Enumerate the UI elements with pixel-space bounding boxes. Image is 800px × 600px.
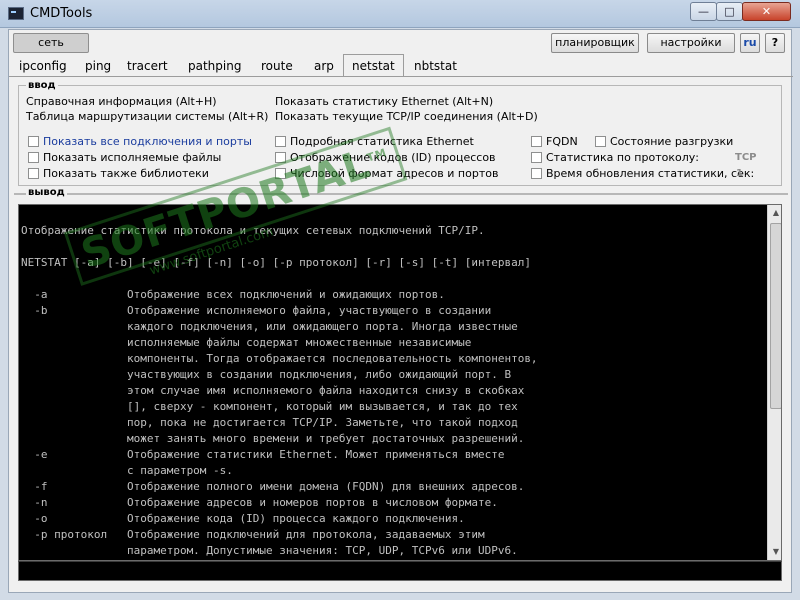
maximize-button[interactable]: □ [716,2,743,21]
checkbox[interactable] [275,136,286,147]
option-executables[interactable]: Показать исполняемые файлы [28,151,221,165]
option-label: Время обновления статистики, сек: [546,167,755,180]
console-text: Отображение статистики протокола и текущ… [21,224,538,557]
title-bar[interactable]: CMDTools — □ ✕ [0,0,800,28]
checkbox[interactable] [28,136,39,147]
net-button[interactable]: сеть [13,33,89,53]
tab-tracert[interactable]: tracert [127,59,168,73]
option-label: Статистика по протоколу: [546,151,699,164]
ethernet-stats-link[interactable]: Показать статистику Ethernet (Alt+N) [275,95,493,108]
option-label: Состояние разгрузки [610,135,734,148]
option-label: Отображение кодов (ID) процессов [290,151,496,164]
help-button[interactable]: ? [765,33,785,53]
help-info-link[interactable]: Справочная информация (Alt+H) [26,95,217,108]
tab-ipconfig[interactable]: ipconfig [19,59,67,73]
output-console[interactable]: Отображение статистики протокола и текущ… [18,204,782,561]
checkbox[interactable] [595,136,606,147]
output-group-line [14,193,788,195]
routing-table-link[interactable]: Таблица маршрутизации системы (Alt+R) [26,110,268,123]
language-button[interactable]: ru [740,33,760,53]
scroll-thumb[interactable] [770,223,781,409]
checkbox[interactable] [28,168,39,179]
option-label: Подробная статистика Ethernet [290,135,474,148]
vertical-scrollbar[interactable]: ▲ ▼ [767,205,781,560]
scheduler-button[interactable]: планировщик [551,33,639,53]
client-area: сеть планировщик настройки ru ? ipconfig… [8,29,793,593]
tab-pathping[interactable]: pathping [188,59,241,73]
command-line[interactable] [18,561,782,581]
settings-button[interactable]: настройки [647,33,735,53]
option-refresh-interval[interactable]: Время обновления статистики, сек: [531,167,754,181]
tab-ping[interactable]: ping [85,59,111,73]
option-fqdn[interactable]: FQDN [531,135,578,149]
option-libraries[interactable]: Показать также библиотеки [28,167,209,181]
checkbox[interactable] [531,136,542,147]
option-process-ids[interactable]: Отображение кодов (ID) процессов [275,151,496,165]
console-icon [8,7,24,20]
close-button[interactable]: ✕ [742,2,791,21]
tab-divider [9,76,793,77]
option-offload-state[interactable]: Состояние разгрузки [595,135,733,149]
checkbox[interactable] [275,152,286,163]
checkbox[interactable] [531,168,542,179]
option-label: Показать также библиотеки [43,167,209,180]
scroll-down-icon[interactable]: ▼ [768,544,781,560]
tcpip-connections-link[interactable]: Показать текущие TCP/IP соединения (Alt+… [275,110,538,123]
option-numeric-format[interactable]: Числовой формат адресов и портов [275,167,498,181]
option-label: FQDN [546,135,578,148]
tab-netstat[interactable]: netstat [343,54,404,76]
option-label: Показать все подключения и порты [43,135,252,148]
protocol-value[interactable]: TCP [735,152,757,163]
checkbox[interactable] [28,152,39,163]
checkbox[interactable] [275,168,286,179]
output-group-label: вывод [26,187,67,198]
tab-arp[interactable]: arp [314,59,334,73]
input-group-label: ввод [26,80,58,91]
minimize-button[interactable]: — [690,2,717,21]
checkbox[interactable] [531,152,542,163]
tab-route[interactable]: route [261,59,293,73]
option-protocol-stats[interactable]: Статистика по протоколу: [531,151,699,165]
scroll-up-icon[interactable]: ▲ [768,205,781,221]
window-title: CMDTools [30,6,93,21]
option-ethernet-detail[interactable]: Подробная статистика Ethernet [275,135,474,149]
tab-nbtstat[interactable]: nbtstat [414,59,457,73]
interval-value[interactable]: 1 [736,168,743,179]
tool-tabs: ipconfig ping tracert pathping route arp… [9,54,793,76]
option-all-connections[interactable]: Показать все подключения и порты [28,135,252,149]
option-label: Показать исполняемые файлы [43,151,222,164]
option-label: Числовой формат адресов и портов [290,167,499,180]
